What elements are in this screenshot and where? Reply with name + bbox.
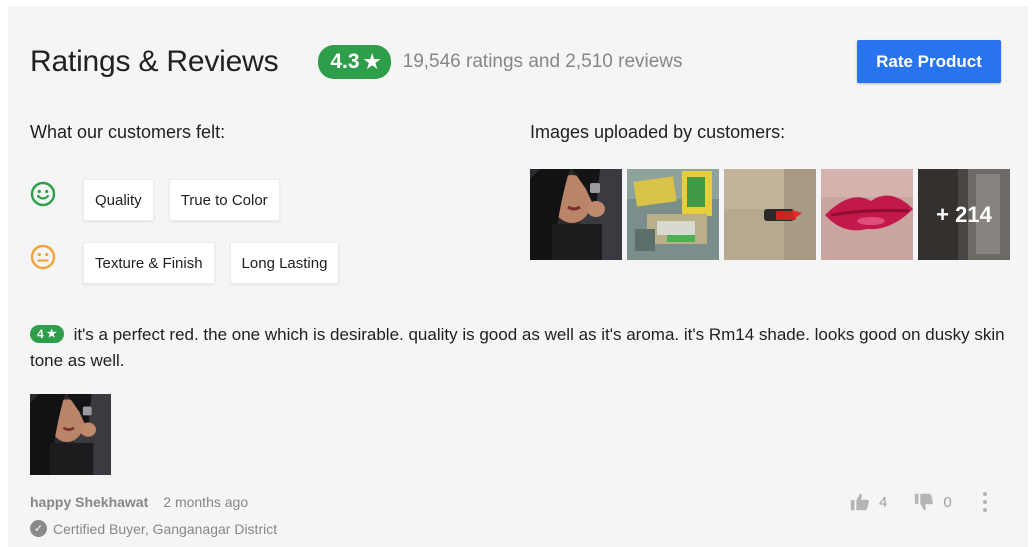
neutral-face-icon [30,244,56,270]
review-body: 4 ★ it's a perfect red. the one which is… [30,322,1010,374]
thumbs-down-icon [915,493,934,511]
ratings-reviews-card: Ratings & Reviews 4.3 ★ 19,546 ratings a… [8,6,1028,547]
ratings-summary: 19,546 ratings and 2,510 reviews [402,51,683,72]
overall-rating-badge: 4.3 ★ [318,45,391,79]
chip-true-to-color[interactable]: True to Color [168,179,280,221]
certified-buyer-line: ✓ Certified Buyer, Ganganagar District [30,520,277,537]
check-circle-icon: ✓ [30,520,47,537]
customer-image-thumb[interactable] [724,169,816,260]
review-rating-value: 4 [37,327,44,341]
customer-image-more[interactable]: + 214 [918,169,1010,260]
star-icon: ★ [46,328,57,340]
dislike-button[interactable]: 0 [913,491,952,513]
star-icon: ★ [363,51,381,73]
overall-rating-value: 4.3 [330,50,360,73]
customer-image-thumb[interactable] [821,169,913,260]
smile-face-icon [30,181,56,207]
review-image-thumb[interactable] [30,394,111,475]
review-author-line: happy Shekhawat 2 months ago [30,494,248,510]
like-button[interactable]: 4 [849,491,887,513]
thumbs-up-icon [850,493,869,511]
customers-felt-heading: What our customers felt: [30,122,226,142]
more-options-icon[interactable] [982,490,988,514]
review-author: happy Shekhawat [30,494,149,510]
chip-quality[interactable]: Quality [83,179,154,221]
review-actions: 4 0 [849,490,988,514]
review-rating-badge: 4 ★ [30,325,64,343]
more-images-count: + 214 [918,169,1010,260]
customer-image-thumb[interactable] [627,169,719,260]
dislike-count: 0 [943,493,952,511]
customer-images-heading: Images uploaded by customers: [530,122,786,142]
review-time: 2 months ago [163,494,249,510]
rate-product-button[interactable]: Rate Product [857,40,1001,83]
chip-texture-finish[interactable]: Texture & Finish [83,242,215,284]
reviews-header: Ratings & Reviews 4.3 ★ 19,546 ratings a… [30,40,683,84]
neutral-sentiment-row: Texture & Finish Long Lasting [30,242,354,284]
positive-sentiment-row: Quality True to Color [30,179,295,221]
customer-image-thumb[interactable] [530,169,622,260]
review-text: it's a perfect red. the one which is des… [30,325,1005,370]
like-count: 4 [879,493,888,511]
certified-buyer-text: Certified Buyer, Ganganagar District [53,520,278,537]
chip-long-lasting[interactable]: Long Lasting [229,242,340,284]
page-title: Ratings & Reviews [30,45,279,78]
customer-image-gallery: + 214 [530,169,1015,260]
